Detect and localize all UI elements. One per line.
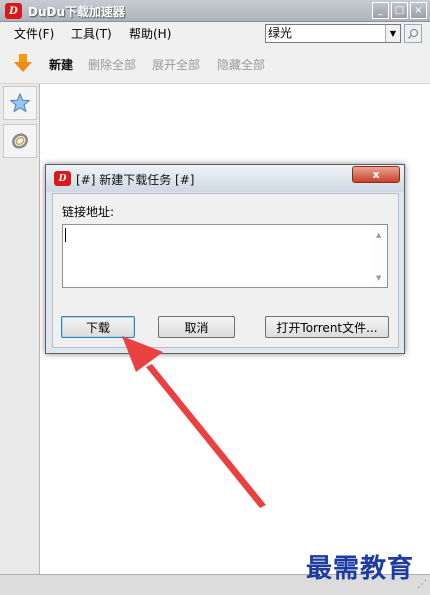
hide-all-button[interactable]: 隐藏全部 [217, 56, 265, 73]
download-arrow-icon [12, 52, 34, 77]
text-caret [65, 228, 66, 242]
ring-icon [12, 133, 28, 149]
expand-all-button[interactable]: 展开全部 [152, 56, 200, 73]
scroll-up-icon[interactable]: ▲ [376, 231, 381, 239]
ring-tab[interactable] [3, 124, 37, 158]
open-torrent-button[interactable]: 打开Torrent文件... [265, 316, 389, 338]
maximize-button[interactable]: □ [391, 2, 408, 19]
menu-tools[interactable]: 工具(T) [71, 25, 112, 42]
resize-grip[interactable]: ⋰ [417, 579, 427, 590]
minimize-button[interactable]: _ [372, 2, 389, 19]
menu-file[interactable]: 文件(F) [14, 25, 54, 42]
watermark-text: 最需教育 [306, 554, 415, 584]
search-site-select[interactable]: 绿光 [265, 24, 401, 43]
close-window-button[interactable]: × [410, 2, 427, 19]
favorites-tab[interactable] [3, 86, 37, 120]
url-label: 链接地址: [62, 205, 115, 219]
dialog-title: [#] 新建下载任务 [#] [76, 173, 195, 187]
dialog-close-button[interactable]: x [352, 166, 400, 183]
search-button[interactable] [404, 24, 422, 43]
chevron-down-icon[interactable]: ▼ [385, 25, 400, 42]
menu-help[interactable]: 帮助(H) [129, 25, 171, 42]
scroll-down-icon[interactable]: ▼ [376, 274, 381, 282]
new-task-button[interactable]: 新建 [49, 56, 73, 73]
magnifier-icon [407, 28, 419, 39]
dialog-app-logo: D [54, 171, 71, 186]
cancel-button[interactable]: 取消 [158, 316, 235, 338]
url-input[interactable] [62, 224, 388, 288]
window-title: DuDu下载加速器 [28, 5, 126, 19]
star-icon [9, 92, 31, 113]
download-button[interactable]: 下载 [61, 316, 135, 338]
app-logo: D [5, 3, 22, 19]
delete-all-button[interactable]: 删除全部 [88, 56, 136, 73]
